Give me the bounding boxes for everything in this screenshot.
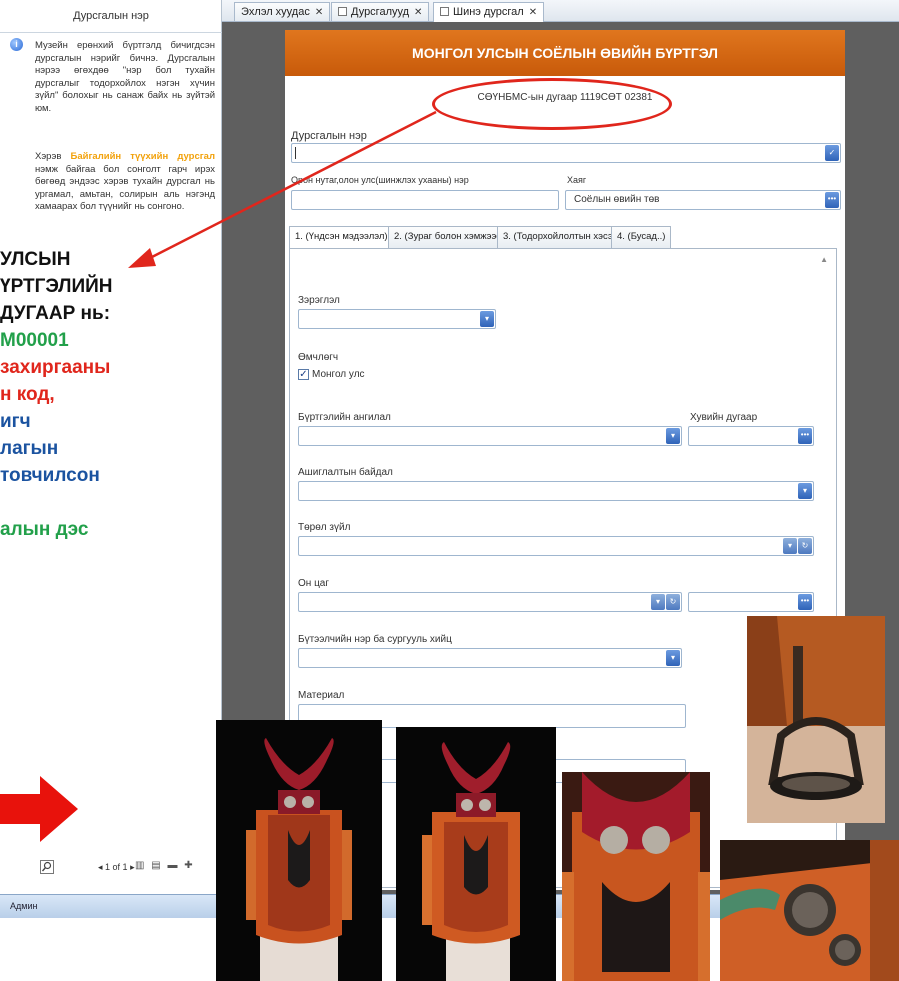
type-label: Төрөл зүйл bbox=[298, 522, 351, 533]
ellipsis-icon[interactable]: ••• bbox=[798, 428, 812, 444]
chevron-down-icon[interactable]: ✓ bbox=[825, 145, 839, 161]
close-icon[interactable]: ✕ bbox=[529, 7, 537, 18]
scroll-up-icon[interactable]: ▲ bbox=[820, 255, 828, 264]
reg-category-label: Бүртгэлийн ангилал bbox=[298, 412, 391, 423]
refresh-icon[interactable]: ↻ bbox=[798, 538, 812, 554]
annotation-line: ҮРТГЭЛИЙН bbox=[0, 276, 113, 297]
pager-count: 1 of 1 bbox=[105, 862, 128, 872]
ellipsis-icon[interactable]: ••• bbox=[798, 594, 812, 610]
annotation-line: товчилсон bbox=[0, 465, 100, 486]
artifact-photo bbox=[747, 616, 885, 823]
status-field-label: Зэрэглэл bbox=[298, 295, 340, 306]
chevron-down-icon[interactable]: ▾ bbox=[651, 594, 665, 610]
creator-label: Бүтээлчийн нэр ба сургууль хийц bbox=[298, 634, 452, 645]
form-header: МОНГОЛ УЛСЫН СОЁЛЫН ӨВИЙН БҮРТГЭЛ bbox=[285, 30, 845, 76]
tab-home[interactable]: Эхлэл хуудас ✕ bbox=[234, 2, 331, 21]
saddle-image bbox=[216, 720, 382, 981]
artifact-photo bbox=[396, 727, 556, 981]
material-label: Материал bbox=[298, 690, 345, 701]
artifact-photo bbox=[562, 772, 710, 981]
saddle-image bbox=[396, 727, 556, 981]
annotation-line: н код, bbox=[0, 384, 55, 405]
saddle-detail-image bbox=[562, 772, 710, 981]
help-paragraph-natural: Хэрэв Байгалийн түүхийн дурсгал нэмж бай… bbox=[35, 151, 215, 214]
help-panel-title: Дурсгалын нэр bbox=[0, 0, 222, 33]
stirrup-image bbox=[747, 616, 885, 823]
chevron-down-icon[interactable]: ▾ bbox=[666, 428, 680, 444]
chevron-down-icon[interactable]: ▾ bbox=[480, 311, 494, 327]
document-icon bbox=[440, 7, 449, 16]
address-input[interactable]: Соёлын өвийн төв ••• bbox=[565, 190, 841, 210]
name-label: Дурсгалын нэр bbox=[291, 130, 367, 142]
era-label: Он цаг bbox=[298, 578, 330, 589]
annotation-line: M00001 bbox=[0, 330, 69, 351]
right-arrow-icon bbox=[0, 776, 78, 842]
owner-checkbox[interactable]: ✓ bbox=[298, 369, 309, 380]
status-user-label: Админ bbox=[10, 901, 38, 911]
text-cursor bbox=[295, 147, 296, 159]
chevron-down-icon[interactable]: ▾ bbox=[783, 538, 797, 554]
owner-label: Өмчлөгч bbox=[298, 352, 339, 363]
help-text: нэмж байгаа бол сонголт гарч ирэх бөгөөд… bbox=[35, 163, 215, 213]
tab-strip: Эхлэл хуудас ✕ Дурсгалууд ✕ Шинэ дурсгал ✕ bbox=[222, 0, 899, 22]
annotation-line: лагын bbox=[0, 438, 59, 459]
chevron-down-icon[interactable]: ▾ bbox=[798, 483, 812, 499]
annotation-line: игч bbox=[0, 411, 31, 432]
annotation-text: УЛСЫН ҮРТГЭЛИЙН ДУГААР нь: M00001 захирг… bbox=[0, 246, 222, 543]
tab-label: Эхлэл хуудас bbox=[241, 6, 310, 18]
annotation-line: ДУГААР нь: bbox=[0, 303, 111, 324]
help-paragraph: Музейн ерөнхий бүртгэлд бичигдсэн дурсга… bbox=[35, 40, 215, 114]
close-icon[interactable]: ✕ bbox=[414, 7, 422, 18]
tab-label: Шинэ дурсгал bbox=[453, 6, 524, 18]
chevron-down-icon[interactable]: ▾ bbox=[666, 650, 680, 666]
help-highlight: Байгалийн түүхийн дурсгал bbox=[70, 151, 216, 162]
address-value: Соёлын өвийн төв bbox=[574, 194, 660, 205]
refresh-icon[interactable]: ↻ bbox=[666, 594, 680, 610]
annotation-line: захиргааны bbox=[0, 357, 111, 378]
tab-new-artifact[interactable]: Шинэ дурсгал ✕ bbox=[433, 2, 545, 22]
type-select[interactable]: ▾ ↻ bbox=[298, 536, 814, 556]
creator-select[interactable]: ▾ bbox=[298, 648, 682, 668]
era-detail-input[interactable]: ••• bbox=[688, 592, 814, 612]
use-status-label: Ашиглалтын байдал bbox=[298, 467, 393, 478]
name-input[interactable]: ✓ bbox=[291, 143, 841, 163]
subtab-description[interactable]: 3. (Тодорхойлолтын хэсэг ) bbox=[497, 226, 629, 248]
subtab-basic-info[interactable]: 1. (Үндсэн мэдээлэл) bbox=[289, 226, 394, 248]
annotation-line: алын дэс bbox=[0, 519, 89, 540]
pager-buttons[interactable]: ▥ ▤ ▬ ✚ bbox=[135, 860, 195, 871]
help-text: Хэрэв bbox=[35, 151, 62, 162]
use-status-select[interactable]: ▾ bbox=[298, 481, 814, 501]
reg-category-select[interactable]: ▾ bbox=[298, 426, 682, 446]
personal-number-label: Хувийн дугаар bbox=[690, 412, 758, 423]
ellipsis-icon[interactable]: ••• bbox=[825, 192, 839, 208]
location-label: Орон нутаг,олон улс(шинжлэх ухааны) нэр bbox=[291, 175, 469, 185]
close-icon[interactable]: ✕ bbox=[315, 7, 323, 18]
subtab-images[interactable]: 2. (Зураг болон хэмжээс) bbox=[388, 226, 511, 248]
screenshot-stage: Дурсгалын нэр i Музейн ерөнхий бүртгэлд … bbox=[0, 0, 899, 981]
info-icon: i bbox=[10, 38, 23, 51]
owner-checkbox-label: Монгол улс bbox=[312, 369, 365, 380]
pager-label: ◂ 1 of 1 ▸ bbox=[98, 862, 135, 872]
personal-number-input[interactable]: ••• bbox=[688, 426, 814, 446]
era-select[interactable]: ▾ ↻ bbox=[298, 592, 682, 612]
location-input[interactable] bbox=[291, 190, 559, 210]
grid-icon bbox=[338, 7, 347, 16]
status-select[interactable]: ▾ bbox=[298, 309, 496, 329]
artifact-photo bbox=[720, 840, 899, 981]
tab-label: Дурсгалууд bbox=[351, 6, 410, 18]
subtab-other[interactable]: 4. (Бусад..) bbox=[611, 226, 672, 248]
annotation-line: УЛСЫН bbox=[0, 249, 71, 270]
pager-bar: ◂ 1 of 1 ▸ ▥ ▤ ▬ ✚ bbox=[0, 854, 222, 890]
address-label: Хаяг bbox=[567, 175, 587, 185]
tab-artifacts[interactable]: Дурсгалууд ✕ bbox=[331, 2, 430, 21]
saddle-ornament-image bbox=[720, 840, 899, 981]
artifact-photo bbox=[216, 720, 382, 981]
search-icon[interactable] bbox=[40, 860, 54, 874]
highlight-ellipse bbox=[432, 78, 672, 130]
